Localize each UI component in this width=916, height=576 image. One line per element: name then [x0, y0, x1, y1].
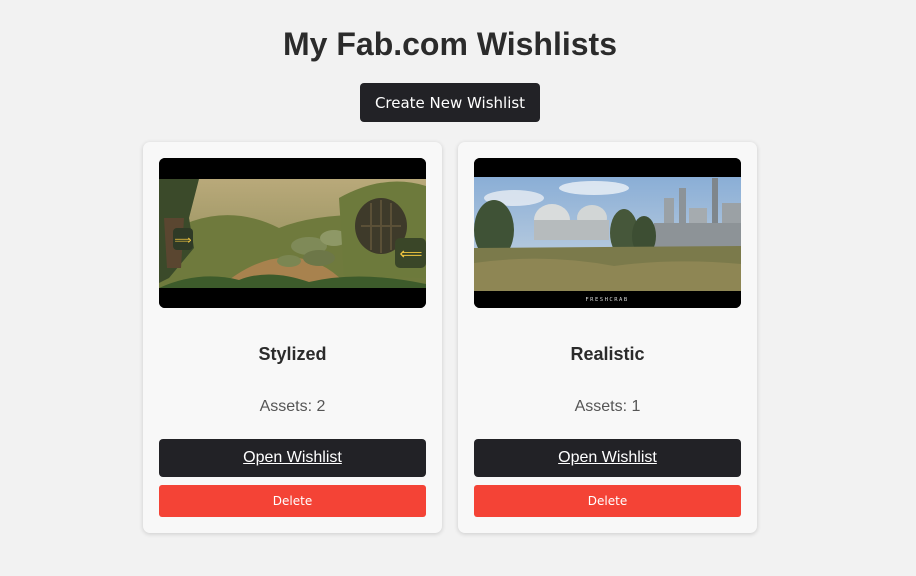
wishlists-page: My Fab.com Wishlists Create New Wishlist — [0, 0, 916, 576]
wishlist-name: Stylized — [258, 344, 327, 364]
wishlist-asset-count: Assets: 2 — [259, 398, 326, 415]
open-wishlist-button[interactable]: Open Wishlist — [474, 439, 741, 477]
wishlist-name: Realistic — [570, 344, 645, 364]
wishlist-card: FRESHCRAB Realistic Assets: 1 Open Wishl… — [458, 142, 757, 533]
page-title: My Fab.com Wishlists — [283, 26, 617, 62]
delete-wishlist-button[interactable]: Delete — [474, 485, 741, 517]
create-new-wishlist-button[interactable]: Create New Wishlist — [360, 83, 540, 122]
realistic-industrial-landscape-image: FRESHCRAB — [474, 158, 741, 308]
wishlist-card: ⟹ ⟸ Stylized Assets: 2 Open Wishlist Del… — [143, 142, 442, 533]
thumbnail-caption: FRESHCRAB — [585, 297, 628, 303]
svg-text:⟹: ⟹ — [174, 233, 191, 247]
open-wishlist-button[interactable]: Open Wishlist — [159, 439, 426, 477]
stylized-forest-scene-image: ⟹ ⟸ — [159, 158, 426, 308]
wishlist-thumbnail[interactable]: FRESHCRAB — [474, 158, 741, 308]
svg-text:⟸: ⟸ — [400, 244, 423, 263]
wishlist-asset-count: Assets: 1 — [574, 398, 641, 415]
delete-wishlist-button[interactable]: Delete — [159, 485, 426, 517]
wishlist-thumbnail[interactable]: ⟹ ⟸ — [159, 158, 426, 308]
